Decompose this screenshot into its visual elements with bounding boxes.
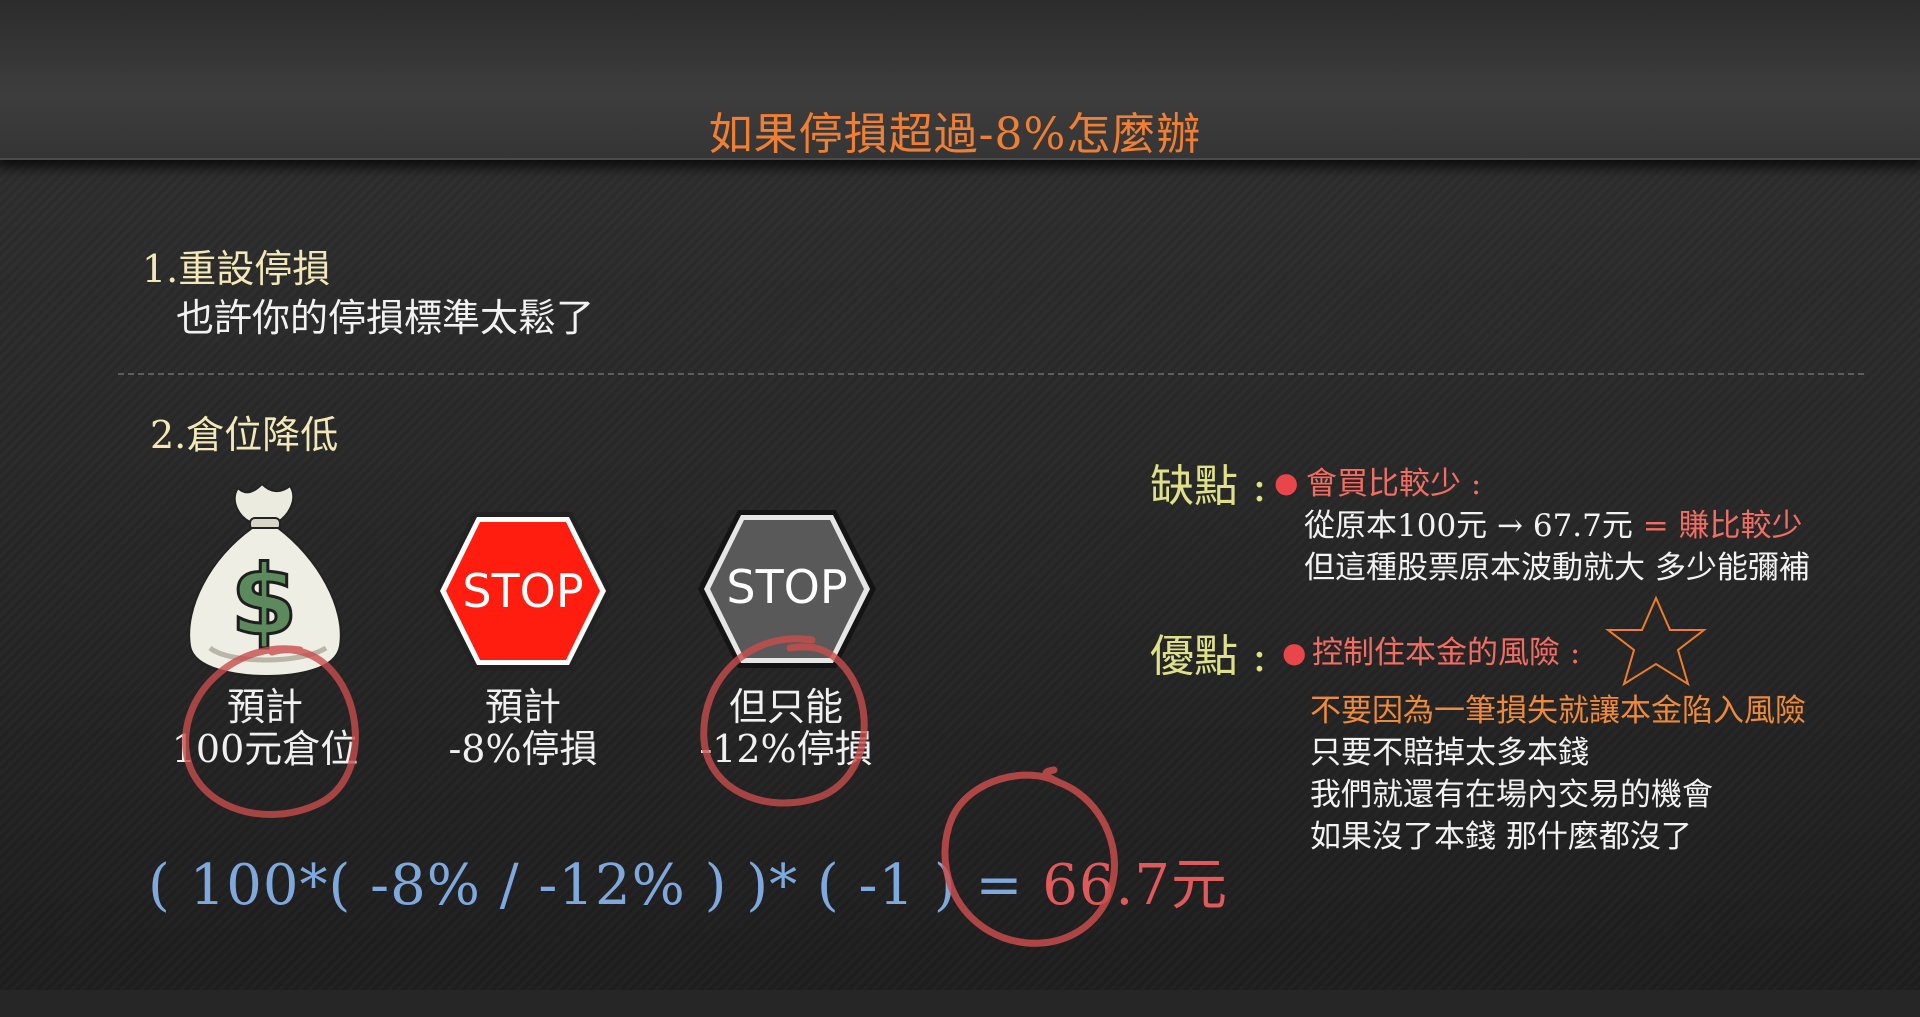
header-shadow — [0, 160, 1920, 178]
red-stop-caption-line1: 預計 — [484, 685, 561, 729]
star-icon — [1605, 595, 1707, 687]
money-bag-caption: 預計 100元倉位 — [150, 686, 380, 770]
cons-bullet: ● — [1274, 466, 1299, 499]
gray-stop-sign-icon: STOP — [698, 510, 876, 668]
formula-expression: ( 100*( -8% / -12% ) )* ( -1 ) = — [148, 853, 1043, 918]
money-bag-caption-line1: 預計 — [226, 685, 303, 729]
gray-stop-text: STOP — [726, 560, 847, 614]
cons-line1: 從原本100元 → 67.7元 = 賺比較少 — [1304, 500, 1803, 545]
money-bag-caption-line2: 100元倉位 — [171, 727, 359, 771]
section2-heading: 2.倉位降低 — [150, 413, 339, 457]
cons-line1-highlight: = 賺比較少 — [1632, 508, 1803, 544]
gray-stop-caption-line1: 但只能 — [728, 685, 843, 729]
money-bag-icon: $ — [188, 482, 342, 678]
pros-line3: 我們就還有在場內交易的機會 — [1310, 777, 1713, 813]
section1-heading: 1.重設停損 — [142, 247, 331, 291]
red-stop-caption: 預計 -8%停損 — [405, 686, 641, 770]
position-formula: ( 100*( -8% / -12% ) )* ( -1 ) = 66.7元 — [148, 840, 1228, 921]
pros-line1: 不要因為一筆損失就讓本金陷入風險 — [1310, 693, 1806, 729]
pros-label: 優點 : — [1150, 631, 1267, 682]
red-stop-text: STOP — [462, 564, 583, 618]
slide-title: 如果停損超過-8%怎麼辦 — [708, 109, 1202, 160]
gray-stop-caption: 但只能 -12%停損 — [668, 686, 904, 770]
pros-bullet: ● — [1282, 636, 1307, 669]
section-divider — [118, 373, 1864, 375]
cons-label: 缺點 : — [1150, 461, 1267, 512]
formula-result: 66.7元 — [1042, 853, 1228, 918]
cons-line2: 但這種股票原本波動就大 多少能彌補 — [1304, 550, 1810, 586]
cons-line1-main: 從原本100元 → 67.7元 — [1304, 508, 1633, 544]
bottom-band — [0, 990, 1920, 1017]
svg-text:$: $ — [231, 545, 298, 657]
cons-heading: 會買比較少 : — [1306, 466, 1482, 502]
section1-text: 也許你的停損標準太鬆了 — [176, 296, 595, 340]
gray-stop-caption-line2: -12%停損 — [699, 727, 873, 771]
pros-heading: 控制住本金的風險 : — [1312, 635, 1581, 671]
pros-line2: 只要不賠掉太多本錢 — [1310, 735, 1589, 771]
pros-line4: 如果沒了本錢 那什麼都沒了 — [1310, 819, 1692, 855]
red-stop-caption-line2: -8%停損 — [448, 727, 598, 771]
red-stop-sign-icon: STOP — [434, 512, 612, 670]
